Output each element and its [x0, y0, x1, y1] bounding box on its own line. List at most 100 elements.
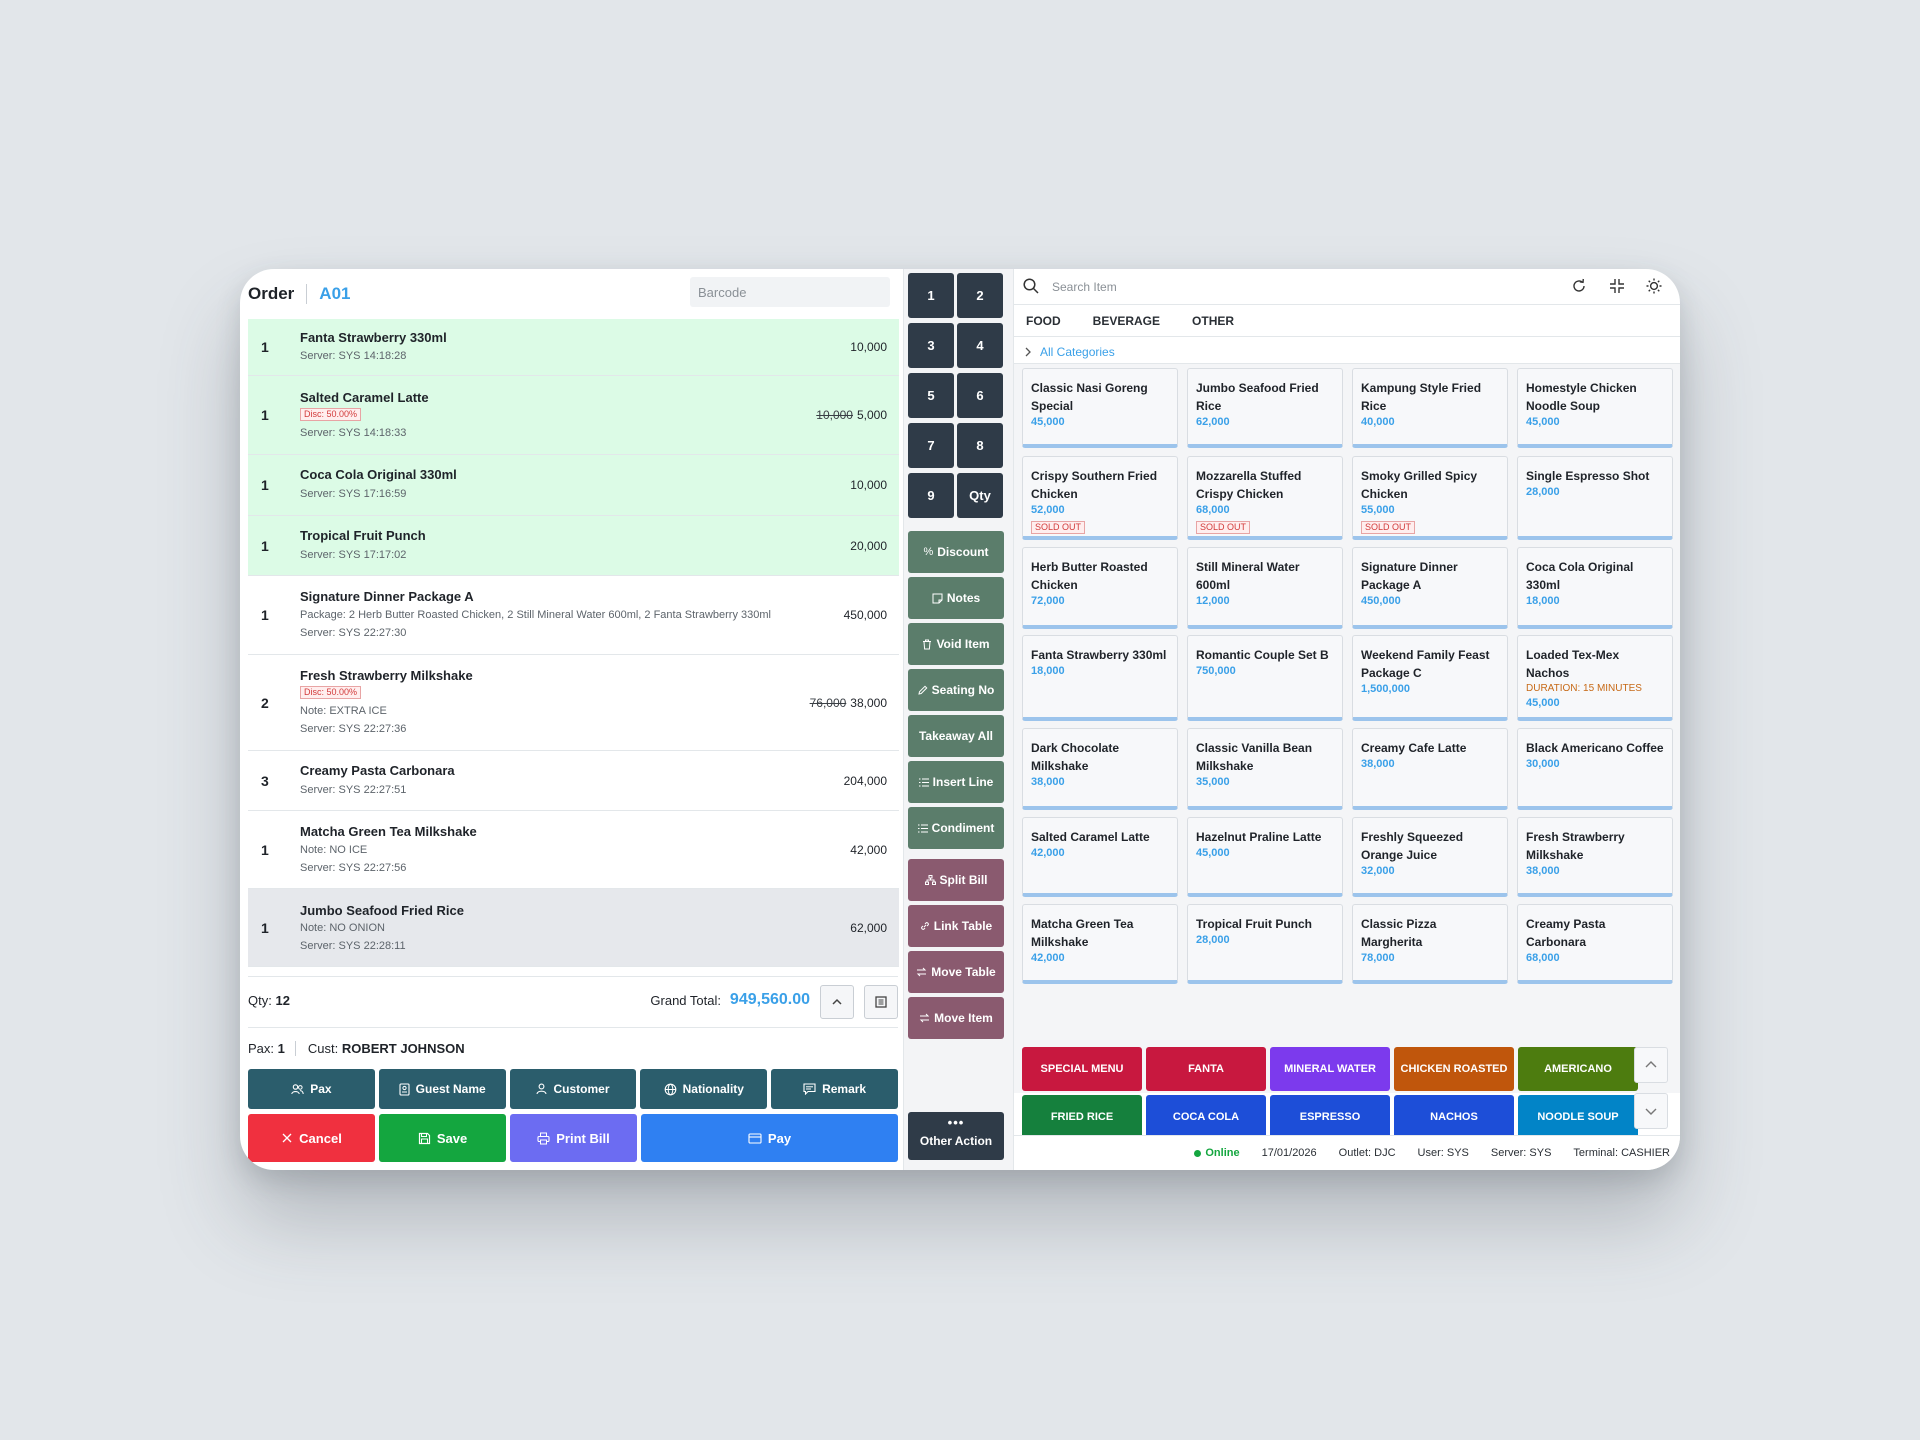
menu-item-name: Matcha Green Tea Milkshake [1031, 917, 1134, 949]
order-line[interactable]: 1 Fanta Strawberry 330ml Server: SYS 14:… [248, 319, 899, 376]
online-label: Online [1205, 1147, 1240, 1159]
quick-button-coca-cola[interactable]: COCA COLA [1146, 1095, 1266, 1139]
order-line[interactable]: 1 Salted Caramel Latte Disc: 50.00% Serv… [248, 376, 899, 455]
menu-item-card[interactable]: Crispy Southern Fried Chicken 52,000 SOLD … [1022, 456, 1178, 540]
order-line[interactable]: 1 Matcha Green Tea Milkshake Note: NO IC… [248, 811, 899, 889]
numpad-key-1[interactable]: 1 [908, 273, 954, 318]
quick-button-mineral-water[interactable]: MINERAL WATER [1270, 1047, 1390, 1091]
cancel-button[interactable]: Cancel [248, 1114, 375, 1162]
menu-item-card[interactable]: Loaded Tex-Mex Nachos DURATION: 15 MINUTE… [1517, 635, 1673, 721]
seating-no-button[interactable]: Seating No [908, 669, 1004, 711]
quick-button-chicken-roasted[interactable]: CHICKEN ROASTED [1394, 1047, 1514, 1091]
tab-food[interactable]: FOOD [1026, 314, 1061, 328]
move-table-button[interactable]: Move Table [908, 951, 1004, 993]
pay-button[interactable]: Pay [641, 1114, 898, 1162]
insert-line-button[interactable]: Insert Line [908, 761, 1004, 803]
breadcrumb[interactable]: All Categories [1024, 345, 1115, 359]
discount-button[interactable]: % Discount [908, 531, 1004, 573]
numpad-key-9[interactable]: 9 [908, 473, 954, 518]
menu-item-card[interactable]: Weekend Family Feast Package C 1,500,000 [1352, 635, 1508, 721]
numpad-key-2[interactable]: 2 [957, 273, 1003, 318]
receipt-view-button[interactable] [864, 985, 898, 1019]
menu-item-card[interactable]: Single Espresso Shot 28,000 [1517, 456, 1673, 540]
menu-item-card[interactable]: Freshly Squeezed Orange Juice 32,000 [1352, 817, 1508, 897]
move-item-button[interactable]: Move Item [908, 997, 1004, 1039]
collapse-icon[interactable] [1608, 277, 1626, 295]
menu-item-card[interactable]: Fanta Strawberry 330ml 18,000 [1022, 635, 1178, 721]
quick-button-fried-rice[interactable]: FRIED RICE [1022, 1095, 1142, 1139]
line-item-name: Fanta Strawberry 330ml [300, 330, 447, 345]
notes-button[interactable]: Notes [908, 577, 1004, 619]
menu-item-card[interactable]: Classic Nasi Goreng Special 45,000 [1022, 368, 1178, 448]
quick-button-noodle-soup[interactable]: NOODLE SOUP [1518, 1095, 1638, 1139]
menu-item-price: 12,000 [1196, 595, 1230, 607]
tab-beverage[interactable]: BEVERAGE [1093, 314, 1160, 328]
menu-item-card[interactable]: Salted Caramel Latte 42,000 [1022, 817, 1178, 897]
takeaway-all-button[interactable]: Takeaway All [908, 715, 1004, 757]
quick-button-espresso[interactable]: ESPRESSO [1270, 1095, 1390, 1139]
barcode-input[interactable] [690, 277, 890, 307]
numpad-key-qty[interactable]: Qty [957, 473, 1003, 518]
void-item-button[interactable]: Void Item [908, 623, 1004, 665]
menu-item-card[interactable]: Smoky Grilled Spicy Chicken 55,000 SOLD OU… [1352, 456, 1508, 540]
menu-item-card[interactable]: Coca Cola Original 330ml 18,000 [1517, 547, 1673, 629]
quick-button-nachos[interactable]: NACHOS [1394, 1095, 1514, 1139]
menu-item-card[interactable]: Tropical Fruit Punch 28,000 [1187, 904, 1343, 984]
split-bill-button[interactable]: Split Bill [908, 859, 1004, 901]
menu-item-card[interactable]: Classic Vanilla Bean Milkshake 35,000 [1187, 728, 1343, 810]
quick-button-americano[interactable]: AMERICANO [1518, 1047, 1638, 1091]
scroll-up-button[interactable] [1634, 1047, 1668, 1083]
remark-button[interactable]: Remark [771, 1069, 898, 1109]
print-bill-button[interactable]: Print Bill [510, 1114, 637, 1162]
menu-item-card[interactable]: Kampung Style Fried Rice 40,000 [1352, 368, 1508, 448]
link-table-button[interactable]: Link Table [908, 905, 1004, 947]
menu-item-card[interactable]: Fresh Strawberry Milkshake 38,000 [1517, 817, 1673, 897]
scroll-down-button[interactable] [1634, 1093, 1668, 1129]
menu-item-card[interactable]: Black Americano Coffee 30,000 [1517, 728, 1673, 810]
numpad-key-3[interactable]: 3 [908, 323, 954, 368]
guest-name-button[interactable]: Guest Name [378, 1069, 506, 1109]
menu-item-price: 45,000 [1526, 416, 1560, 428]
menu-item-card[interactable]: Romantic Couple Set B 750,000 [1187, 635, 1343, 721]
menu-item-card[interactable]: Creamy Pasta Carbonara 68,000 [1517, 904, 1673, 984]
line-price: 204,000 [843, 773, 887, 788]
menu-item-card[interactable]: Herb Butter Roasted Chicken 72,000 [1022, 547, 1178, 629]
other-action-button[interactable]: ••• Other Action [908, 1112, 1004, 1160]
nationality-button[interactable]: Nationality [640, 1069, 768, 1109]
collapse-button[interactable] [820, 985, 854, 1019]
customer-button[interactable]: Customer [509, 1069, 637, 1109]
menu-item-card[interactable]: Hazelnut Praline Latte 45,000 [1187, 817, 1343, 897]
menu-item-card[interactable]: Homestyle Chicken Noodle Soup 45,000 [1517, 368, 1673, 448]
numpad-key-5[interactable]: 5 [908, 373, 954, 418]
order-line[interactable]: 3 Creamy Pasta Carbonara Server: SYS 22:… [248, 751, 899, 811]
order-line[interactable]: 1 Tropical Fruit Punch Server: SYS 17:17… [248, 516, 899, 576]
pax-button[interactable]: Pax [248, 1069, 375, 1109]
order-line[interactable]: 2 Fresh Strawberry Milkshake Disc: 50.00… [248, 655, 899, 751]
numpad-key-6[interactable]: 6 [957, 373, 1003, 418]
menu-item-card[interactable]: Dark Chocolate Milkshake 38,000 [1022, 728, 1178, 810]
menu-item-card[interactable]: Classic Pizza Margherita 78,000 [1352, 904, 1508, 984]
quick-button-fanta[interactable]: FANTA [1146, 1047, 1266, 1091]
menu-item-card[interactable]: Creamy Cafe Latte 38,000 [1352, 728, 1508, 810]
discount-label: Discount [937, 545, 989, 559]
table-number[interactable]: A01 [319, 284, 350, 304]
save-button[interactable]: Save [379, 1114, 506, 1162]
order-line[interactable]: 1 Coca Cola Original 330ml Server: SYS 1… [248, 455, 899, 516]
menu-item-card[interactable]: Mozzarella Stuffed Crispy Chicken 68,000 S… [1187, 456, 1343, 540]
tab-other[interactable]: OTHER [1192, 314, 1234, 328]
menu-item-card[interactable]: Matcha Green Tea Milkshake 42,000 [1022, 904, 1178, 984]
chevron-right-icon [1025, 347, 1031, 357]
order-line-selected[interactable]: 1 Jumbo Seafood Fried Rice Note: NO ONIO… [248, 889, 899, 967]
menu-item-card[interactable]: Signature Dinner Package A 450,000 [1352, 547, 1508, 629]
numpad-key-4[interactable]: 4 [957, 323, 1003, 368]
refresh-icon[interactable] [1570, 277, 1588, 295]
menu-item-card[interactable]: Jumbo Seafood Fried Rice 62,000 [1187, 368, 1343, 448]
menu-item-card[interactable]: Still Mineral Water 600ml 12,000 [1187, 547, 1343, 629]
numpad-key-8[interactable]: 8 [957, 423, 1003, 468]
condiment-button[interactable]: Condiment [908, 807, 1004, 849]
numpad-key-7[interactable]: 7 [908, 423, 954, 468]
search-input[interactable] [1044, 276, 1444, 298]
quick-button-special-menu[interactable]: SPECIAL MENU [1022, 1047, 1142, 1091]
order-line[interactable]: 1 Signature Dinner Package A Package: 2 … [248, 576, 899, 655]
brightness-icon[interactable] [1645, 277, 1663, 295]
